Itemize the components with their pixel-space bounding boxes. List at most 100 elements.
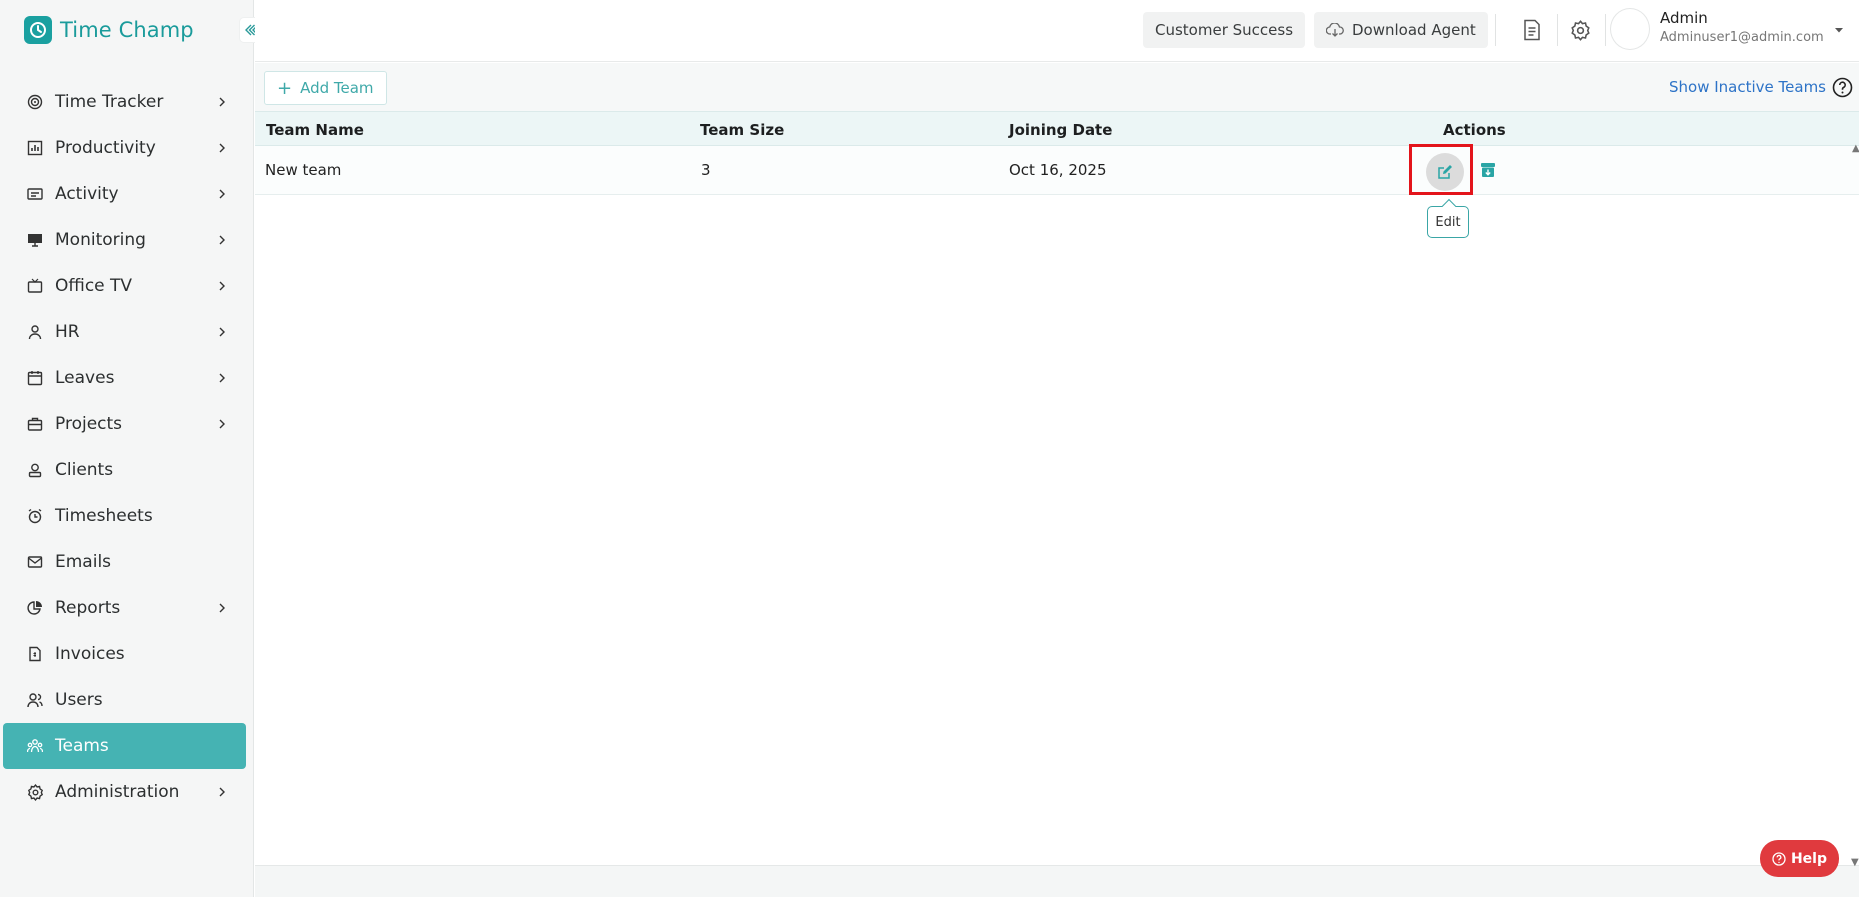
chevron-right-icon	[219, 143, 225, 153]
cloud-download-icon	[1326, 23, 1344, 37]
sidebar-item-label: Clients	[55, 460, 114, 480]
activity-icon	[26, 185, 44, 203]
sidebar-item-label: Leaves	[55, 368, 115, 388]
chevron-right-icon	[219, 787, 225, 797]
sidebar-item-clients[interactable]: Clients	[0, 447, 254, 493]
sidebar-item-users[interactable]: Users	[0, 677, 254, 723]
sidebar-item-label: Emails	[55, 552, 112, 572]
sidebar-item-productivity[interactable]: Productivity	[0, 125, 254, 171]
sidebar-item-projects[interactable]: Projects	[0, 401, 254, 447]
chevron-right-icon	[219, 189, 225, 199]
cell-joining-date: Oct 16, 2025	[1009, 161, 1107, 179]
column-header-team-name[interactable]: Team Name	[266, 121, 364, 139]
question-circle-icon[interactable]	[1832, 77, 1853, 98]
column-header-joining-date[interactable]: Joining Date	[1009, 121, 1112, 139]
briefcase-icon	[26, 415, 44, 433]
chevron-right-icon	[219, 281, 225, 291]
add-team-button[interactable]: + Add Team	[264, 71, 387, 105]
sidebar-item-label: Time Tracker	[55, 92, 164, 112]
show-inactive-teams-link[interactable]: Show Inactive Teams	[1669, 78, 1826, 96]
time-tracker-icon	[26, 93, 44, 111]
sidebar-item-label: Monitoring	[55, 230, 146, 250]
sidebar-item-label: Users	[55, 690, 103, 710]
sidebar-item-hr[interactable]: HR	[0, 309, 254, 355]
teams-icon	[26, 737, 44, 755]
sidebar-item-label: Projects	[55, 414, 123, 434]
sidebar-item-activity[interactable]: Activity	[0, 171, 254, 217]
chevron-right-icon	[219, 419, 225, 429]
add-team-label: Add Team	[300, 79, 374, 97]
sidebar-item-label: Activity	[55, 184, 119, 204]
brand[interactable]: Time Champ	[24, 16, 194, 44]
scrollbar-arrow-up[interactable]: ▲	[1852, 143, 1859, 154]
caret-down-icon[interactable]	[1833, 24, 1845, 36]
clock-logo-icon	[24, 16, 52, 44]
cell-team-name[interactable]: New team	[265, 161, 341, 179]
download-agent-button[interactable]: Download Agent	[1314, 12, 1488, 48]
person-icon	[26, 323, 44, 341]
user-name: Admin	[1660, 9, 1708, 27]
download-agent-label: Download Agent	[1352, 21, 1476, 39]
monitor-icon	[26, 231, 44, 249]
sidebar-item-teams[interactable]: Teams	[3, 723, 246, 769]
app-root: Time Champ Time Tracker Productivity Act…	[0, 0, 1859, 897]
sidebar-item-label: Reports	[55, 598, 121, 618]
archive-icon[interactable]	[1480, 162, 1496, 178]
sidebar-item-emails[interactable]: Emails	[0, 539, 254, 585]
table-header: Team Name Team Size Joining Date Actions	[255, 111, 1859, 146]
sidebar-item-label: Office TV	[55, 276, 133, 296]
chevron-right-icon	[219, 235, 225, 245]
alarm-clock-icon	[26, 507, 44, 525]
divider	[1495, 14, 1496, 46]
chevron-right-icon	[219, 603, 225, 613]
toolbar: + Add Team Show Inactive Teams	[255, 63, 1859, 111]
scrollbar-arrow-down[interactable]: ▼	[1851, 857, 1859, 868]
sidebar-item-time-tracker[interactable]: Time Tracker	[0, 79, 254, 125]
customer-success-button[interactable]: Customer Success	[1143, 12, 1306, 48]
calendar-icon	[26, 369, 44, 387]
pie-chart-icon	[26, 599, 44, 617]
sidebar-item-reports[interactable]: Reports	[0, 585, 254, 631]
main-content: + Add Team Show Inactive Teams Team Name…	[255, 63, 1859, 897]
divider	[1605, 14, 1606, 46]
sidebar-item-label: HR	[55, 322, 80, 342]
column-header-actions: Actions	[1443, 121, 1506, 139]
footer-strip	[255, 865, 1859, 897]
cell-team-size: 3	[701, 161, 711, 179]
chevron-right-icon	[219, 327, 225, 337]
invoice-icon	[26, 645, 44, 663]
chevron-right-icon	[219, 373, 225, 383]
brand-name: Time Champ	[60, 18, 194, 42]
sidebar-item-administration[interactable]: Administration	[0, 769, 254, 815]
column-header-team-size[interactable]: Team Size	[700, 121, 784, 139]
sidebar-item-invoices[interactable]: Invoices	[0, 631, 254, 677]
question-circle-icon	[1772, 851, 1786, 866]
users-icon	[26, 691, 44, 709]
highlight-box	[1409, 144, 1473, 195]
sidebar-item-label: Invoices	[55, 644, 125, 664]
tv-icon	[26, 277, 44, 295]
productivity-icon	[26, 139, 44, 157]
settings-gear-icon[interactable]	[1567, 17, 1593, 43]
document-icon[interactable]	[1519, 17, 1545, 43]
plus-icon: +	[277, 77, 293, 99]
edit-tooltip: Edit	[1427, 206, 1469, 238]
sidebar-item-leaves[interactable]: Leaves	[0, 355, 254, 401]
help-button[interactable]: Help	[1760, 840, 1839, 877]
table-row: New team 3 Oct 16, 2025	[255, 144, 1859, 195]
sidebar-item-label: Productivity	[55, 138, 156, 158]
sidebar-item-timesheets[interactable]: Timesheets	[0, 493, 254, 539]
mail-icon	[26, 553, 44, 571]
sidebar: Time Champ Time Tracker Productivity Act…	[0, 0, 264, 897]
chevron-right-icon	[219, 97, 225, 107]
sidebar-item-label: Administration	[55, 782, 180, 802]
sidebar-item-office-tv[interactable]: Office TV	[0, 263, 254, 309]
top-bar: Customer Success Download Agent Admin Ad…	[255, 0, 1859, 62]
sidebar-item-label: Teams	[55, 736, 109, 756]
avatar[interactable]	[1610, 8, 1650, 50]
sidebar-nav: Time Tracker Productivity Activity Monit…	[0, 79, 254, 815]
sidebar-item-monitoring[interactable]: Monitoring	[0, 217, 254, 263]
help-label: Help	[1790, 850, 1828, 867]
gear-icon	[26, 783, 44, 801]
client-icon	[26, 461, 44, 479]
